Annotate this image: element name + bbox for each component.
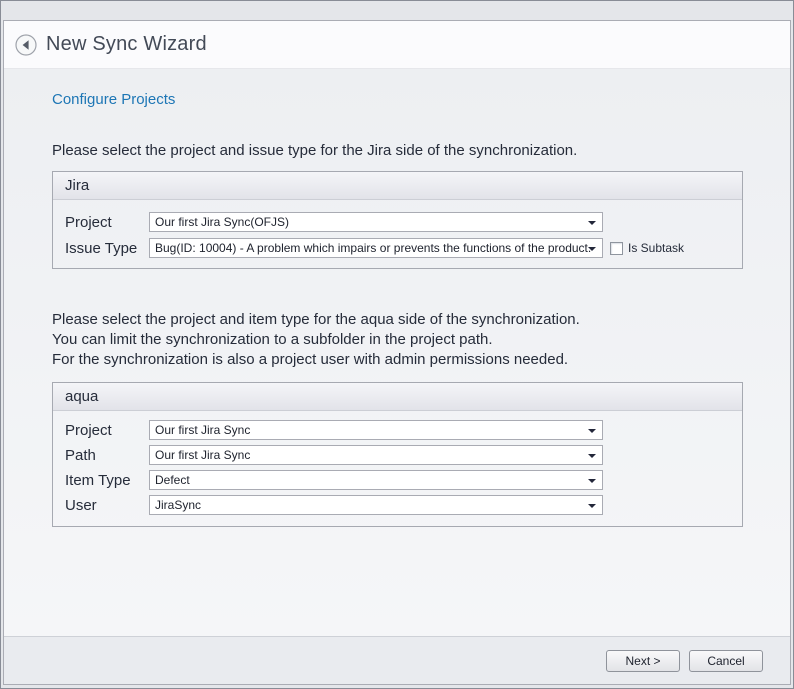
aqua-project-label: Project bbox=[65, 422, 149, 439]
back-button-icon[interactable] bbox=[15, 34, 37, 56]
aqua-project-row: Project Our first Jira Sync bbox=[65, 420, 742, 440]
aqua-user-label: User bbox=[65, 497, 149, 514]
wizard-panel: New Sync Wizard Configure Projects Pleas… bbox=[3, 20, 791, 685]
dropdown-arrow-icon bbox=[588, 479, 596, 483]
aqua-instruction-line: Please select the project and item type … bbox=[52, 310, 743, 330]
aqua-instruction-line: For the synchronization is also a projec… bbox=[52, 350, 743, 370]
jira-project-dropdown[interactable]: Our first Jira Sync(OFJS) bbox=[149, 212, 603, 232]
aqua-path-dropdown[interactable]: Our first Jira Sync bbox=[149, 445, 603, 465]
next-button[interactable]: Next > bbox=[606, 650, 680, 672]
jira-project-row: Project Our first Jira Sync(OFJS) bbox=[65, 212, 742, 232]
aqua-user-row: User JiraSync bbox=[65, 495, 742, 515]
dropdown-arrow-icon bbox=[588, 221, 596, 225]
aqua-instruction-line: You can limit the synchronization to a s… bbox=[52, 330, 743, 350]
step-heading: Configure Projects bbox=[52, 91, 743, 108]
is-subtask-checkbox-group: Is Subtask bbox=[610, 241, 684, 255]
wizard-content: Configure Projects Please select the pro… bbox=[4, 69, 790, 636]
jira-groupbox: Jira Project Our first Jira Sync(OFJS) I… bbox=[52, 171, 743, 269]
dropdown-arrow-icon bbox=[588, 247, 596, 251]
aqua-groupbox: aqua Project Our first Jira Sync Path Ou… bbox=[52, 382, 743, 527]
wizard-header: New Sync Wizard bbox=[4, 21, 790, 69]
aqua-path-value: Our first Jira Sync bbox=[155, 448, 250, 462]
aqua-user-dropdown[interactable]: JiraSync bbox=[149, 495, 603, 515]
aqua-path-row: Path Our first Jira Sync bbox=[65, 445, 742, 465]
jira-issue-type-value: Bug(ID: 10004) - A problem which impairs… bbox=[155, 241, 591, 255]
page-title: New Sync Wizard bbox=[46, 33, 207, 56]
wizard-window: New Sync Wizard Configure Projects Pleas… bbox=[0, 0, 794, 689]
is-subtask-checkbox[interactable] bbox=[610, 242, 623, 255]
jira-instruction: Please select the project and issue type… bbox=[52, 141, 743, 161]
dropdown-arrow-icon bbox=[588, 504, 596, 508]
jira-issue-type-label: Issue Type bbox=[65, 240, 149, 257]
aqua-path-label: Path bbox=[65, 447, 149, 464]
dropdown-arrow-icon bbox=[588, 454, 596, 458]
aqua-groupbox-body: Project Our first Jira Sync Path Our fir… bbox=[53, 411, 742, 526]
cancel-button[interactable]: Cancel bbox=[689, 650, 763, 672]
jira-project-value: Our first Jira Sync(OFJS) bbox=[155, 215, 289, 229]
dropdown-arrow-icon bbox=[588, 429, 596, 433]
jira-issue-type-dropdown[interactable]: Bug(ID: 10004) - A problem which impairs… bbox=[149, 238, 603, 258]
aqua-instructions: Please select the project and item type … bbox=[52, 310, 743, 370]
wizard-footer: Next > Cancel bbox=[4, 636, 790, 684]
jira-project-label: Project bbox=[65, 214, 149, 231]
aqua-user-value: JiraSync bbox=[155, 498, 201, 512]
jira-issue-type-row: Issue Type Bug(ID: 10004) - A problem wh… bbox=[65, 238, 742, 258]
aqua-item-type-row: Item Type Defect bbox=[65, 470, 742, 490]
jira-groupbox-title: Jira bbox=[53, 172, 742, 200]
aqua-item-type-dropdown[interactable]: Defect bbox=[149, 470, 603, 490]
aqua-groupbox-title: aqua bbox=[53, 383, 742, 411]
aqua-item-type-value: Defect bbox=[155, 473, 190, 487]
is-subtask-label: Is Subtask bbox=[628, 241, 684, 255]
aqua-item-type-label: Item Type bbox=[65, 472, 149, 489]
aqua-project-dropdown[interactable]: Our first Jira Sync bbox=[149, 420, 603, 440]
jira-groupbox-body: Project Our first Jira Sync(OFJS) Issue … bbox=[53, 200, 742, 268]
aqua-project-value: Our first Jira Sync bbox=[155, 423, 250, 437]
